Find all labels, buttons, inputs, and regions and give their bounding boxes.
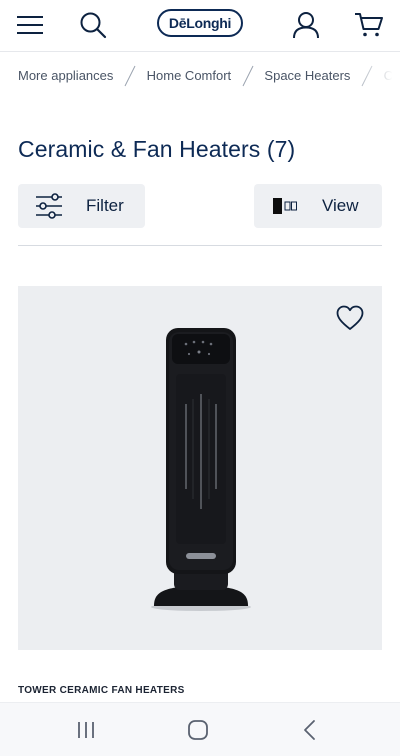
breadcrumb-fade: [350, 62, 400, 90]
breadcrumb-separator-icon: [124, 65, 136, 87]
filter-label: Filter: [86, 196, 124, 215]
system-navigation-bar: [0, 702, 400, 756]
filter-button[interactable]: Filter: [18, 184, 145, 228]
product-card[interactable]: [18, 286, 382, 650]
logo-text: DēLonghi: [168, 15, 232, 31]
tower-heater-image: [151, 328, 251, 611]
sliders-icon: [34, 193, 64, 219]
back-icon[interactable]: [292, 713, 328, 747]
cart-icon[interactable]: [352, 8, 386, 42]
recents-icon[interactable]: [68, 713, 104, 747]
search-icon[interactable]: [76, 8, 110, 42]
top-header: DēLonghi: [0, 0, 400, 52]
divider: [18, 245, 382, 246]
view-button[interactable]: View: [254, 184, 382, 228]
breadcrumb-item-home-comfort[interactable]: Home Comfort: [147, 62, 232, 90]
heart-icon[interactable]: [334, 302, 366, 334]
user-icon[interactable]: [289, 8, 323, 42]
page-title: Ceramic & Fan Heaters (7): [18, 136, 296, 162]
view-label: View: [322, 196, 359, 215]
home-icon[interactable]: [180, 713, 216, 747]
breadcrumb-separator-icon: [242, 65, 254, 87]
breadcrumb: More appliances Home Comfort Space Heate…: [18, 62, 400, 90]
breadcrumb-item-more-appliances[interactable]: More appliances: [18, 62, 113, 90]
breadcrumb-item-space-heaters[interactable]: Space Heaters: [264, 62, 350, 90]
delonghi-logo[interactable]: DēLonghi: [157, 9, 243, 37]
hamburger-menu-icon[interactable]: [13, 8, 47, 42]
grid-view-icon: [272, 196, 298, 216]
product-category: TOWER CERAMIC FAN HEATERS: [18, 685, 185, 696]
